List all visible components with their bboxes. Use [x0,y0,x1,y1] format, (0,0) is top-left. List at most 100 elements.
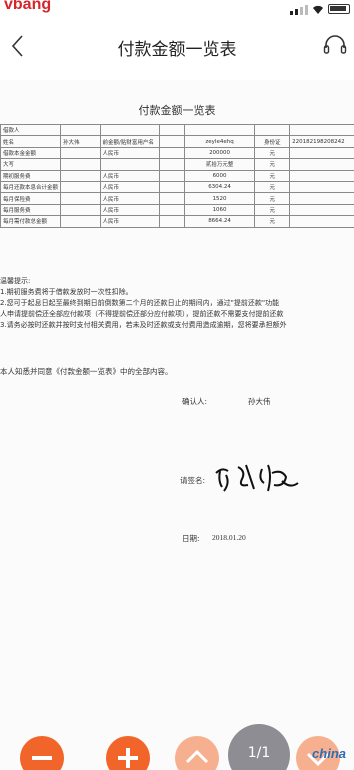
table-cell [99,123,160,137]
table-cell [60,215,101,228]
page-title: 付款金额一览表 [117,40,237,60]
table-cell: 人民币 [99,146,160,160]
table-row: 期初服务费 人民币 6000 元 [0,169,354,182]
table-cell: 人民币 [99,192,160,205]
table-row: 每月需付款总金额 人民币 8664.24 元 [0,215,354,228]
confirm-label: 确认人: [182,397,208,406]
table-cell: 元 [254,203,291,217]
previous-page-button[interactable] [175,736,219,770]
table-cell: 期初服务费 [0,169,62,182]
table-cell: 220182198208242 [289,135,354,148]
table-cell [60,169,101,182]
table-cell: 每月还款本息合计金额 [0,180,62,194]
table-cell: 元 [254,158,291,171]
handwritten-signature [215,464,299,492]
table-cell [289,158,354,171]
table-cell [158,203,185,217]
nav-bar: 付款金额一览表 [0,22,354,70]
notes: 温馨提示: 1.期初服务费将于借款发放时一次性扣除。 2.您可于起息日起至最终到… [0,276,354,331]
table-cell [289,215,354,228]
table-cell: 8664.24 [183,215,256,228]
table-row: 每月服务费 人民币 1060 元 [0,203,354,217]
table-cell [60,123,101,137]
table-cell: 6000 [183,169,256,182]
table-cell: 身份证 [254,135,291,148]
bottom-toolbar: 1/1 [0,724,354,770]
table-cell: 人民币 [99,215,160,228]
plus-icon [118,748,138,768]
table-cell [158,123,185,137]
table-cell [183,123,256,137]
table-cell: 人民币 [99,203,160,217]
zoom-in-button[interactable] [106,736,150,770]
chevron-up-icon [185,749,209,764]
wifi-icon [313,5,323,14]
headset-icon[interactable] [322,34,348,58]
table-cell [158,180,185,194]
table-cell [289,146,354,160]
page-indicator: 1/1 [228,724,290,770]
document-title: 付款金额一览表 [138,104,216,117]
table-cell [289,169,354,182]
table-cell [158,146,185,160]
table-cell [99,158,160,171]
zoom-out-button[interactable] [20,736,64,770]
table-cell: 借款本金金额 [0,146,62,160]
document-page[interactable]: 付款金额一览表 借款人 姓名 孙大伟 前金额/贴财富用户名 zeyle4ehq 身份证 22… [0,80,354,770]
confirm-name: 孙大伟 [248,397,271,406]
watermark: china [312,746,346,761]
battery-icon [328,4,350,14]
table-cell: 元 [254,146,291,160]
date-label: 日期: [182,534,200,543]
table-cell: 贰拾万元整 [183,158,256,171]
table-cell: 元 [254,215,291,228]
table-cell [60,146,101,160]
note-line: 2.您可于起息日起至最终到期日前倒数第二个月的还款日止的期间内，通过"提前还款"… [0,299,280,307]
table-cell [60,180,101,194]
table-cell: 200000 [183,146,256,160]
table-cell [158,135,185,148]
table-row: 姓名 孙大伟 前金额/贴财富用户名 zeyle4ehq 身份证 2201821982082… [0,135,354,148]
table-cell: 前金额/贴财富用户名 [99,135,160,148]
table-cell: 人民币 [99,180,160,194]
table-cell: 1060 [183,203,256,217]
table-cell: 元 [254,169,291,182]
note-line: 1.期初服务费将于借款发放时一次性扣除。 [0,288,133,296]
note-line: 人申请提前偿还全部应付款项（不得提前偿还部分应付款项），提前还款不需要支付提前还… [0,310,284,318]
signal-icon [290,5,308,15]
table-cell: 姓名 [0,135,62,148]
table-cell [289,180,354,194]
table-cell: 借款人 [0,123,62,137]
table-cell [289,123,354,137]
carrier-logo: vbang [4,0,52,13]
table-cell [254,123,291,137]
table-cell [158,158,185,171]
table-cell [158,192,185,205]
table-cell: zeyle4ehq [183,135,256,148]
table-cell: 元 [254,192,291,205]
table-cell: 6304.24 [183,180,256,194]
table-cell [158,169,185,182]
note-line: 温馨提示: [0,277,31,285]
table-cell: 每月服务费 [0,203,62,217]
table-cell [289,203,354,217]
table-cell [289,192,354,205]
table-cell: 每月需付款总金额 [0,215,62,228]
sign-label: 请签名: [180,476,206,485]
table-row: 借款人 [0,123,354,137]
table-cell [60,192,101,205]
table-cell [60,203,101,217]
table-cell: 孙大伟 [60,135,101,148]
table-cell [60,158,101,171]
table-cell: 大写 [0,158,62,171]
status-bar: vbang [0,0,354,22]
note-line: 3.请务必按时还款并按时支付相关费用，若未及时还款或支付费用造成逾期，您将要承担… [0,321,287,329]
table-cell: 每月保险费 [0,192,62,205]
table-cell: 人民币 [99,169,160,182]
minus-icon [32,756,52,760]
date-value: 2018.01.20 [212,533,246,542]
table-row: 每月保险费 人民币 1520 元 [0,192,354,205]
table-cell [158,215,185,228]
table-row: 大写 贰拾万元整元 [0,158,354,171]
table-cell: 1520 [183,192,256,205]
